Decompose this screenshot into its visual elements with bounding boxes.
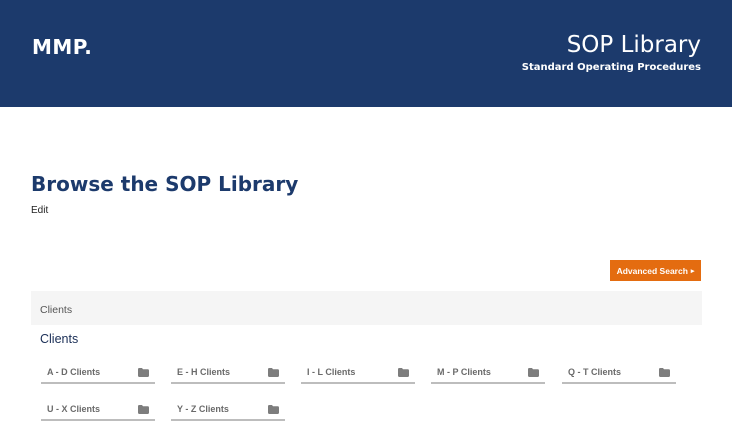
folder-icon — [138, 368, 149, 377]
advanced-search-button[interactable]: Advanced Search ▸ — [610, 260, 701, 281]
site-header: MMP. SOP Library Standard Operating Proc… — [0, 0, 732, 107]
folder-label: Y - Z Clients — [177, 404, 229, 414]
folder-icon — [528, 368, 539, 377]
folder-item[interactable]: E - H Clients — [171, 362, 285, 384]
section-heading: Clients — [40, 332, 79, 346]
folder-icon — [659, 368, 670, 377]
folder-icon — [138, 405, 149, 414]
folder-label: E - H Clients — [177, 367, 231, 377]
edit-link[interactable]: Edit — [31, 205, 48, 216]
folder-label: A - D Clients — [47, 367, 101, 377]
header-subtitle: Standard Operating Procedures — [521, 62, 701, 73]
folder-label: U - X Clients — [47, 404, 101, 414]
advanced-search-label: Advanced Search — [616, 265, 688, 276]
section-bar: Clients — [31, 291, 702, 325]
folder-label: M - P Clients — [437, 367, 491, 377]
header-title: SOP Library — [566, 32, 701, 58]
folder-item[interactable]: Y - Z Clients — [171, 399, 285, 421]
folder-item[interactable]: I - L Clients — [301, 362, 415, 384]
folder-icon — [398, 368, 409, 377]
folder-icon — [268, 405, 279, 414]
section-bar-label: Clients — [40, 304, 73, 316]
caret-right-icon: ▸ — [690, 267, 695, 275]
folder-item[interactable]: M - P Clients — [431, 362, 545, 384]
folder-item[interactable]: Q - T Clients — [562, 362, 676, 384]
page-title: Browse the SOP Library — [31, 172, 299, 196]
folder-item[interactable]: U - X Clients — [41, 399, 155, 421]
folder-label: I - L Clients — [307, 367, 356, 377]
logo[interactable]: MMP. — [32, 35, 92, 59]
folder-label: Q - T Clients — [568, 367, 622, 377]
folder-item[interactable]: A - D Clients — [41, 362, 155, 384]
folder-icon — [268, 368, 279, 377]
